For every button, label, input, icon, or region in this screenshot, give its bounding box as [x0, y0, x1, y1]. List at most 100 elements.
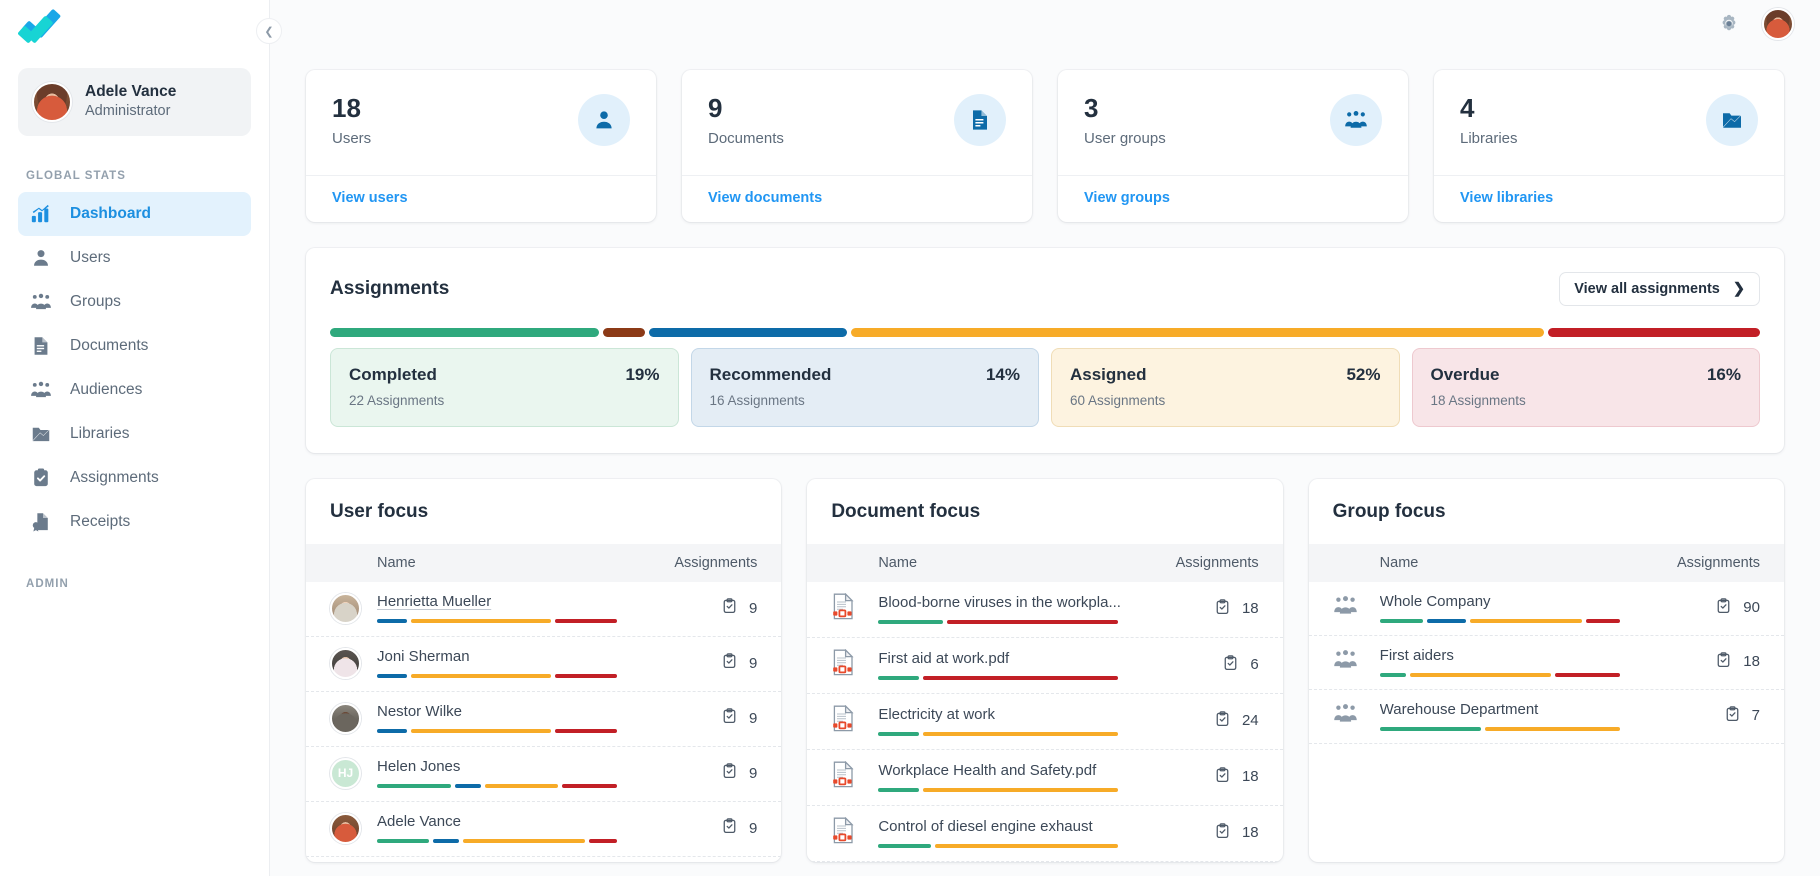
sidebar-item-assignments[interactable]: Assignments: [18, 456, 251, 500]
focus-row-assignments: 9: [637, 707, 757, 729]
progress-segment: [330, 328, 599, 337]
sidebar-item-libraries[interactable]: Libraries: [18, 412, 251, 456]
sidebar-item-receipts[interactable]: Receipts: [18, 500, 251, 544]
focus-row-name[interactable]: First aid at work.pdf: [878, 650, 1128, 667]
focus-row-assignments: 7: [1640, 705, 1760, 727]
list-item[interactable]: HJ Helen Jones 9: [306, 747, 781, 802]
assignment-card-percent: 14%: [986, 365, 1020, 385]
sidebar-item-label: Libraries: [70, 425, 129, 443]
assignment-count: 90: [1743, 599, 1760, 616]
profile-role: Administrator: [85, 102, 176, 122]
stat-label: User groups: [1084, 130, 1166, 147]
row-progress-bar: [1380, 619, 1620, 623]
stat-value: 3: [1084, 94, 1166, 123]
list-item[interactable]: First aid at work.pdf 6: [807, 638, 1282, 694]
table-header: Name Assignments: [1309, 544, 1784, 582]
list-item[interactable]: Joni Sherman 9: [306, 637, 781, 692]
mini-progress-segment: [878, 844, 931, 848]
list-item[interactable]: Nestor Wilke 9: [306, 692, 781, 747]
sidebar-item-audiences[interactable]: Audiences: [18, 368, 251, 412]
assignment-status-card-overdue[interactable]: Overdue 16% 18 Assignments: [1412, 348, 1761, 427]
assignment-status-card-recommended[interactable]: Recommended 14% 16 Assignments: [691, 348, 1040, 427]
pdf-document-icon: [831, 761, 855, 793]
assignment-card-count: 60 Assignments: [1070, 393, 1381, 408]
app-logo[interactable]: [18, 0, 251, 62]
stat-card-body: 3 User groups: [1058, 70, 1408, 175]
stat-card-footer: View users: [306, 175, 656, 222]
list-item[interactable]: Electricity at work 24: [807, 694, 1282, 750]
assignment-card-top: Assigned 52%: [1070, 365, 1381, 385]
progress-segment: [1548, 328, 1760, 337]
sidebar-section-admin: ADMIN: [18, 578, 251, 590]
stat-card-link[interactable]: View users: [332, 190, 408, 206]
focus-row-name[interactable]: First aiders: [1380, 647, 1630, 664]
gear-icon[interactable]: [1718, 13, 1740, 35]
focus-panel-title: Group focus: [1309, 479, 1784, 544]
focus-panel-document-focus: Document focus Name Assignments Blood-bo…: [807, 479, 1282, 862]
sidebar-item-label: Receipts: [70, 513, 130, 531]
focus-panel-title: User focus: [306, 479, 781, 544]
stat-card-link[interactable]: View libraries: [1460, 190, 1553, 206]
sidebar-item-dashboard[interactable]: Dashboard: [18, 192, 251, 236]
list-item[interactable]: Adele Vance 9: [306, 802, 781, 857]
list-item[interactable]: Blood-borne viruses in the workpla... 18: [807, 582, 1282, 638]
sidebar-item-groups[interactable]: Groups: [18, 280, 251, 324]
assignment-card-title: Assigned: [1070, 365, 1147, 385]
focus-row-assignments: 9: [637, 597, 757, 619]
focus-row-name[interactable]: Helen Jones: [377, 758, 627, 775]
focus-row-name[interactable]: Control of diesel engine exhaust: [878, 818, 1128, 835]
focus-row-name[interactable]: Warehouse Department: [1380, 701, 1630, 718]
list-item[interactable]: Whole Company 90: [1309, 582, 1784, 636]
focus-row-assignments: 18: [1139, 766, 1259, 788]
clipboard-check-icon: [721, 817, 738, 839]
mini-progress-segment: [1380, 673, 1406, 677]
assignment-card-top: Completed 19%: [349, 365, 660, 385]
sidebar-collapse-button[interactable]: ❮: [256, 18, 282, 44]
sidebar-item-users[interactable]: Users: [18, 236, 251, 280]
group-icon: [1333, 647, 1358, 677]
clipboard-check-icon: [1724, 705, 1741, 727]
assignment-status-card-completed[interactable]: Completed 19% 22 Assignments: [330, 348, 679, 427]
focus-row-name[interactable]: Whole Company: [1380, 593, 1630, 610]
list-item[interactable]: Workplace Health and Safety.pdf 18: [807, 750, 1282, 806]
focus-row-name[interactable]: Blood-borne viruses in the workpla...: [878, 594, 1128, 611]
sidebar-item-label: Audiences: [70, 381, 142, 399]
sidebar-item-documents[interactable]: Documents: [18, 324, 251, 368]
focus-row-name[interactable]: Nestor Wilke: [377, 703, 627, 720]
view-all-assignments-button[interactable]: View all assignments ❯: [1559, 272, 1760, 306]
sidebar-item-label: Assignments: [70, 469, 159, 487]
row-progress-bar: [377, 619, 617, 623]
assignment-count: 7: [1752, 707, 1760, 724]
list-item[interactable]: Warehouse Department 7: [1309, 690, 1784, 744]
focus-row-name[interactable]: Henrietta Mueller: [377, 593, 627, 610]
focus-row-name[interactable]: Adele Vance: [377, 813, 627, 830]
stat-card-link[interactable]: View documents: [708, 190, 822, 206]
row-progress-bar: [878, 676, 1118, 680]
list-item[interactable]: First aiders 18: [1309, 636, 1784, 690]
assignment-count: 18: [1242, 768, 1259, 785]
focus-row-name[interactable]: Joni Sherman: [377, 648, 627, 665]
progress-segment: [603, 328, 645, 337]
table-header: Name Assignments: [306, 544, 781, 582]
row-progress-bar: [1380, 727, 1620, 731]
stat-label: Libraries: [1460, 130, 1518, 147]
assignment-status-card-assigned[interactable]: Assigned 52% 60 Assignments: [1051, 348, 1400, 427]
topbar-avatar[interactable]: [1762, 8, 1794, 40]
assignment-count: 9: [749, 710, 757, 727]
column-header-name: Name: [831, 555, 1138, 571]
list-item[interactable]: Control of diesel engine exhaust 18: [807, 806, 1282, 862]
mini-progress-segment: [1380, 619, 1424, 623]
stat-card-link[interactable]: View groups: [1084, 190, 1170, 206]
focus-row-name[interactable]: Workplace Health and Safety.pdf: [878, 762, 1128, 779]
library-icon: [1706, 94, 1758, 146]
sidebar-profile-card[interactable]: Adele Vance Administrator: [18, 68, 251, 136]
list-item[interactable]: Henrietta Mueller 9: [306, 582, 781, 637]
assignment-count: 9: [749, 765, 757, 782]
focus-row-name[interactable]: Electricity at work: [878, 706, 1128, 723]
pdf-document-icon: [831, 593, 855, 625]
assignment-card-percent: 16%: [1707, 365, 1741, 385]
mini-progress-segment: [411, 729, 551, 733]
stat-card-body: 4 Libraries: [1434, 70, 1784, 175]
focus-panel-title: Document focus: [807, 479, 1282, 544]
mini-progress-segment: [1410, 673, 1551, 677]
